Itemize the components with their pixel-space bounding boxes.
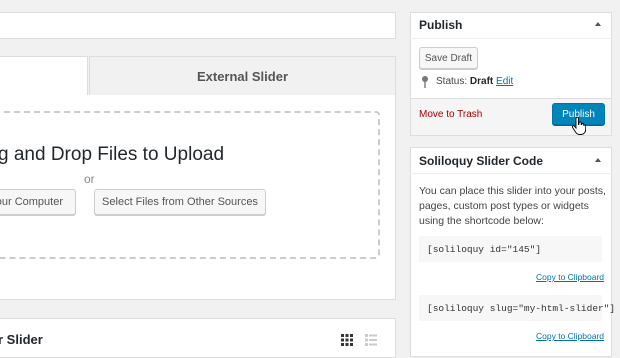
shortcode-slug[interactable]: [soliloquy slug="my-html-slider"]	[419, 295, 615, 321]
select-from-other-sources-button[interactable]: Select Files from Other Sources	[94, 189, 266, 215]
status-label: Status:	[436, 76, 468, 87]
tab-external-slider[interactable]: External Slider	[89, 56, 396, 96]
slider-code-title: Soliloquy Slider Code	[419, 154, 544, 168]
hand-cursor-icon	[572, 117, 586, 135]
slider-code-description: You can place this slider into your post…	[419, 185, 606, 227]
collapse-toggle-icon[interactable]	[595, 158, 601, 162]
shortcode-id[interactable]: [soliloquy id="145"]	[419, 236, 602, 262]
dropzone-title: g and Drop Files to Upload	[0, 144, 225, 165]
collapse-toggle-icon[interactable]	[595, 22, 601, 26]
publish-box-title: Publish	[419, 18, 463, 32]
status-value: Draft	[469, 76, 494, 87]
save-draft-button[interactable]: Save Draft	[419, 47, 478, 69]
copy-to-clipboard-link[interactable]: Copy to Clipboard	[536, 331, 604, 341]
tab-native-slider[interactable]	[0, 56, 88, 96]
grid-view-icon[interactable]	[341, 334, 353, 346]
slider-section-title: r Slider	[0, 332, 43, 347]
upload-dropzone[interactable]	[0, 111, 380, 259]
pin-icon	[422, 76, 428, 88]
list-view-icon[interactable]	[365, 334, 377, 346]
slider-images-box	[0, 318, 396, 358]
dropzone-or-text: or	[84, 172, 95, 186]
select-from-computer-button[interactable]: our Computer	[0, 189, 76, 215]
move-to-trash-link[interactable]: Move to Trash	[419, 109, 482, 120]
edit-status-link[interactable]: Edit	[496, 76, 513, 87]
title-input[interactable]	[0, 12, 396, 39]
status-line: Status: Draft Edit	[436, 76, 513, 87]
copy-to-clipboard-link[interactable]: Copy to Clipboard	[536, 272, 604, 282]
